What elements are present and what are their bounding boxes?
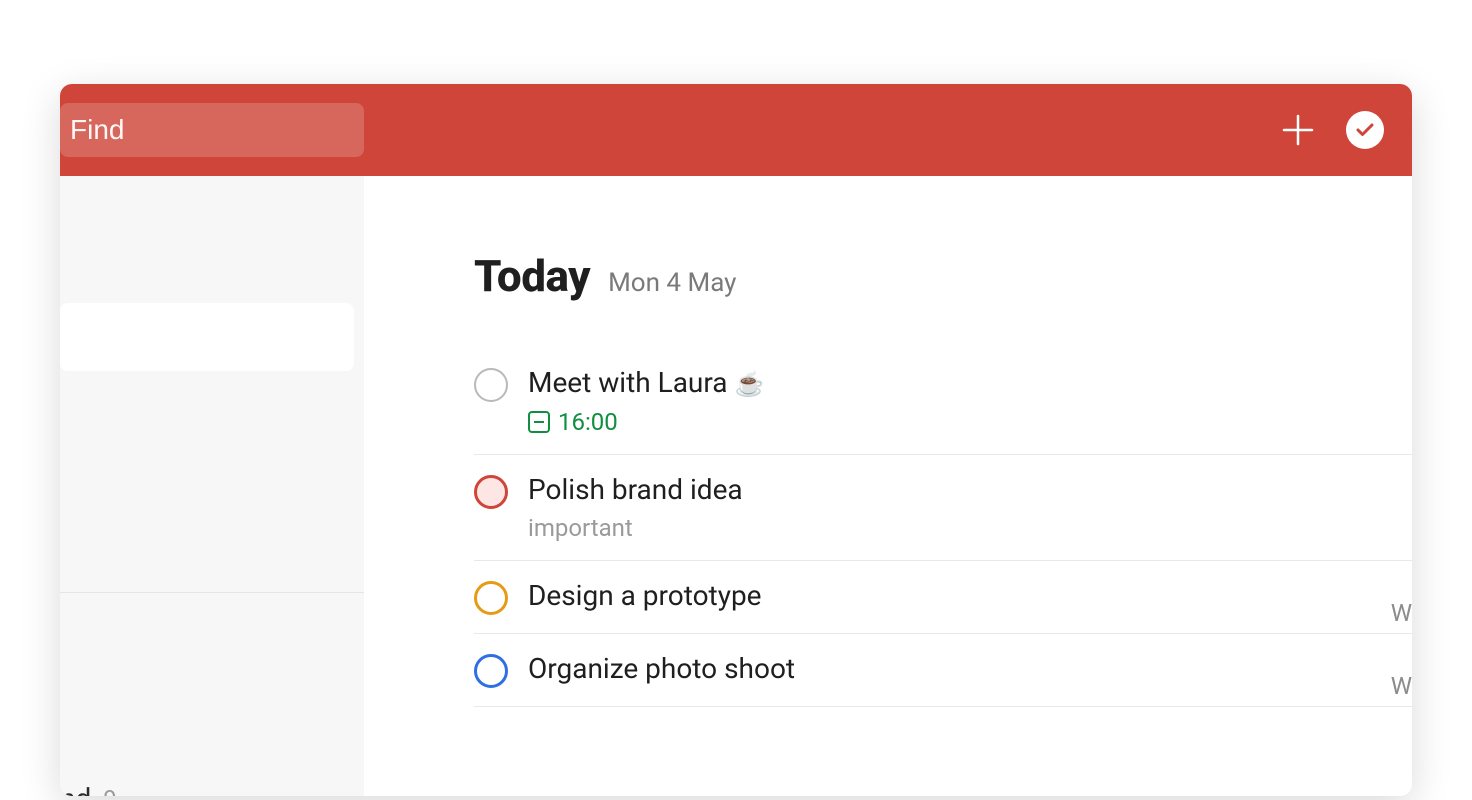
task-checkbox[interactable] <box>474 368 508 402</box>
task-row[interactable]: Design a prototype W <box>474 561 1412 634</box>
sidebar-divider <box>60 592 364 593</box>
plus-icon <box>1280 112 1316 148</box>
sidebar-project-item[interactable]: nd 9 <box>60 766 364 796</box>
task-time-text: 16:00 <box>558 408 618 436</box>
title-row: Today Mon 4 May <box>474 250 1412 302</box>
task-row[interactable]: Organize photo shoot W <box>474 634 1412 707</box>
task-project-indicator: W <box>1391 672 1412 700</box>
task-row[interactable]: Polish brand idea important <box>474 455 1412 562</box>
page-title: Today <box>474 250 590 302</box>
task-title: Meet with Laura ☕ <box>528 366 1412 400</box>
task-title: Design a prototype <box>528 579 1412 613</box>
task-title: Polish brand idea <box>528 473 1412 507</box>
page-date: Mon 4 May <box>608 268 736 298</box>
sidebar-item-label: nd <box>60 782 91 796</box>
task-checkbox[interactable] <box>474 581 508 615</box>
task-body: Design a prototype <box>528 579 1412 613</box>
task-checkbox[interactable] <box>474 475 508 509</box>
coffee-emoji: ☕ <box>735 370 765 398</box>
task-body: Meet with Laura ☕ 16:00 <box>528 366 1412 436</box>
task-title: Organize photo shoot <box>528 652 1412 686</box>
calendar-icon <box>528 411 550 433</box>
task-time: 16:00 <box>528 408 1412 436</box>
task-row[interactable]: Meet with Laura ☕ 16:00 <box>474 348 1412 455</box>
main-content: Today Mon 4 May Meet with Laura ☕ 16:00 <box>364 176 1412 796</box>
checkmark-circle-icon <box>1346 111 1384 149</box>
task-title-text: Meet with Laura <box>528 366 735 399</box>
task-body: Organize photo shoot <box>528 652 1412 686</box>
app-window: nd 9 Jpdate 11 Today Mon 4 May Meet with… <box>60 84 1412 796</box>
search-input[interactable] <box>70 114 354 146</box>
search-box[interactable] <box>60 103 364 157</box>
add-task-button[interactable] <box>1280 112 1316 148</box>
app-header <box>60 84 1412 176</box>
task-body: Polish brand idea important <box>528 473 1412 543</box>
app-body: nd 9 Jpdate 11 Today Mon 4 May Meet with… <box>60 176 1412 796</box>
task-checkbox[interactable] <box>474 654 508 688</box>
sidebar: nd 9 Jpdate 11 <box>60 176 364 796</box>
sidebar-item-count: 9 <box>103 785 117 797</box>
task-project-indicator: W <box>1391 599 1412 627</box>
productivity-button[interactable] <box>1346 111 1384 149</box>
task-note: important <box>528 514 1412 542</box>
sidebar-selected-indicator <box>60 303 354 371</box>
sidebar-projects-list: nd 9 Jpdate 11 <box>60 766 364 796</box>
